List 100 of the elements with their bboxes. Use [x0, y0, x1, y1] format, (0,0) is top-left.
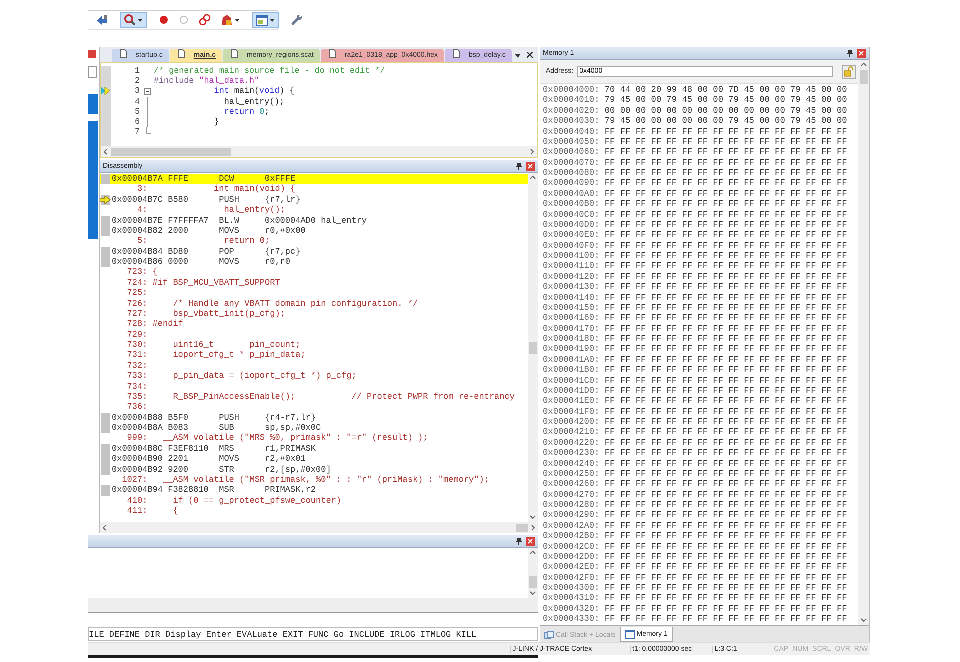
vertical-scrollbar[interactable]	[528, 173, 538, 522]
memory-bytes: FF FF FF FF FF FF FF FF FF FF FF FF FF FF FF FF	[604, 292, 848, 303]
memory-address: 0x00004080:	[543, 168, 601, 178]
memory-bytes: FF FF FF FF FF FF FF FF FF FF FF FF FF FF FF FF	[604, 178, 848, 189]
source-line-number: 727:	[126, 308, 148, 320]
memory-bytes: FF FF FF FF FF FF FF FF FF FF FF FF FF FF FF FF	[604, 126, 848, 137]
pin-icon[interactable]	[516, 538, 522, 544]
windows-icon	[544, 630, 554, 640]
memory-bytes: FF FF FF FF FF FF FF FF FF FF FF FF FF FF FF FF	[604, 251, 848, 262]
memory-bytes: 79 45 00 00 79 45 00 00 79 45 00 00 79 45 00 00	[604, 95, 848, 106]
memory-address: 0x000041D0:	[543, 386, 601, 396]
code-line: int main(void) {	[213, 86, 295, 97]
memory-bytes: FF FF FF FF FF FF FF FF FF FF FF FF FF FF FF FF	[604, 386, 848, 396]
mnemonic-text: MOVS	[219, 226, 240, 236]
memory-address: 0x000040B0:	[543, 199, 601, 210]
fold-toggle-icon[interactable]	[144, 88, 150, 95]
memory-address: 0x000042E0:	[543, 562, 601, 573]
opcode-text: B5F0	[168, 412, 190, 423]
memory-bytes: FF FF FF FF FF FF FF FF FF FF FF FF FF FF FF FF	[604, 614, 848, 624]
memory-address: 0x00004140:	[543, 292, 601, 303]
memory-address: 0x00004190:	[543, 344, 601, 355]
fold-end-line	[146, 126, 151, 134]
memory-bytes: FF FF FF FF FF FF FF FF FF FF FF FF FF FF FF FF	[604, 376, 848, 386]
line-number: 1	[134, 66, 140, 76]
scrollbar-thumb[interactable]	[860, 70, 868, 84]
memory-address: 0x00004260:	[543, 479, 601, 490]
memory-bytes: FF FF FF FF FF FF FF FF FF FF FF FF FF FF FF FF	[604, 448, 848, 458]
mnemonic-text: MOVS	[219, 257, 240, 268]
memory-address: 0x00004130:	[543, 282, 601, 292]
memory-address: 0x00004000:	[543, 85, 601, 96]
address-text: 0x00004B88	[112, 412, 164, 423]
memory-address: 0x000040C0:	[543, 210, 601, 220]
operand-text: sp,sp,#0x0C	[265, 423, 322, 434]
source-line-number: 5:	[136, 236, 148, 247]
operand-text: r2,#0x01	[265, 454, 306, 464]
code-line: return 0;	[223, 106, 270, 117]
memory-address: 0x000041E0:	[543, 396, 601, 407]
operand-text: r1,PRIMASK	[265, 444, 316, 454]
memory-bytes: FF FF FF FF FF FF FF FF FF FF FF FF FF FF FF FF	[604, 230, 848, 241]
operand-text: {r7,pc}	[265, 246, 301, 257]
address-text: 0x00004B8C	[112, 444, 164, 454]
horizontal-scrollbar[interactable]	[101, 146, 537, 157]
source-code-text: return 0;	[223, 236, 270, 247]
address-text: 0x00004B8A	[112, 423, 164, 434]
toolbar-button[interactable]	[120, 12, 147, 28]
window-icon	[624, 630, 635, 638]
memory-bytes: FF FF FF FF FF FF FF FF FF FF FF FF FF FF FF FF	[604, 552, 848, 562]
horizontal-scrollbar[interactable]	[100, 522, 538, 533]
scrollbar-thumb[interactable]	[529, 342, 537, 354]
vertical-scrollbar[interactable]	[858, 60, 869, 625]
caret-icon	[138, 18, 143, 22]
memory-bytes: FF FF FF FF FF FF FF FF FF FF FF FF FF FF FF FF	[604, 396, 848, 407]
memory-address: 0x00004160:	[543, 313, 601, 324]
line-number: 2	[134, 76, 140, 86]
source-line-number: 733:	[126, 371, 148, 382]
scrollbar-thumb[interactable]	[111, 148, 231, 156]
address-text: 0x00004B84	[112, 246, 164, 257]
opcode-text: F7FFFFA7	[168, 216, 210, 226]
source-line-number: 734:	[126, 382, 148, 392]
memory-bytes: FF FF FF FF FF FF FF FF FF FF FF FF FF FF FF FF	[604, 158, 848, 168]
memory-address: 0x00004180:	[543, 334, 601, 344]
wrench-icon	[291, 14, 303, 26]
address-text: 0x00004B86	[112, 257, 164, 268]
source-code-text: if (0 == g_protect_pfswe_counter)	[172, 496, 342, 506]
source-line-number: 729:	[126, 330, 148, 340]
source-line-number: 723:	[126, 267, 148, 278]
caret-icon	[270, 18, 275, 22]
vertical-scrollbar[interactable]	[528, 548, 538, 598]
memory-address: 0x000041C0:	[543, 376, 601, 386]
pin-icon[interactable]	[516, 162, 522, 170]
mnemonic-text: SUB	[219, 423, 236, 434]
scrollbar-thumb[interactable]	[516, 524, 528, 532]
dropdown-icon[interactable]	[515, 54, 521, 58]
memory-address: 0x00004240:	[543, 458, 601, 469]
horizontal-scrollbar[interactable]	[88, 598, 538, 612]
memory-address: 0x00004020:	[543, 106, 601, 116]
scrollbar-thumb[interactable]	[529, 576, 537, 588]
source-line-number: 3:	[136, 184, 148, 195]
memory-address: 0x000040D0:	[543, 220, 601, 230]
memory-bytes: FF FF FF FF FF FF FF FF FF FF FF FF FF FF FF FF	[604, 188, 848, 200]
operand-text: 0xFFFE	[265, 174, 296, 184]
memory-address: 0x000042A0:	[543, 520, 601, 532]
memory-address: 0x00004230:	[543, 448, 601, 458]
memory-address: 0x00004270:	[543, 490, 601, 500]
close-icon[interactable]	[527, 52, 533, 58]
line-number: 4	[134, 96, 140, 107]
memory-bytes: FF FF FF FF FF FF FF FF FF FF FF FF FF FF FF FF	[604, 468, 848, 480]
pin-icon[interactable]	[847, 50, 853, 56]
memory-address: 0x00004150:	[543, 302, 601, 314]
code-line: /* generated main source file - do not edit */	[154, 66, 386, 76]
code-line: hal_entry();	[223, 96, 285, 107]
memory-bytes: FF FF FF FF FF FF FF FF FF FF FF FF FF FF FF FF	[604, 593, 848, 604]
memory-address: 0x000042F0:	[543, 572, 601, 583]
memory-address: 0x000040F0:	[543, 240, 601, 251]
toolbar-button[interactable]	[252, 12, 279, 28]
memory-address: 0x00004320:	[543, 604, 601, 614]
file-icon	[453, 49, 460, 58]
memory-bytes: FF FF FF FF FF FF FF FF FF FF FF FF FF FF FF FF	[604, 479, 848, 490]
memory-bytes: FF FF FF FF FF FF FF FF FF FF FF FF FF FF FF FF	[604, 261, 848, 272]
operand-text: {r4-r7,lr}	[265, 412, 316, 423]
